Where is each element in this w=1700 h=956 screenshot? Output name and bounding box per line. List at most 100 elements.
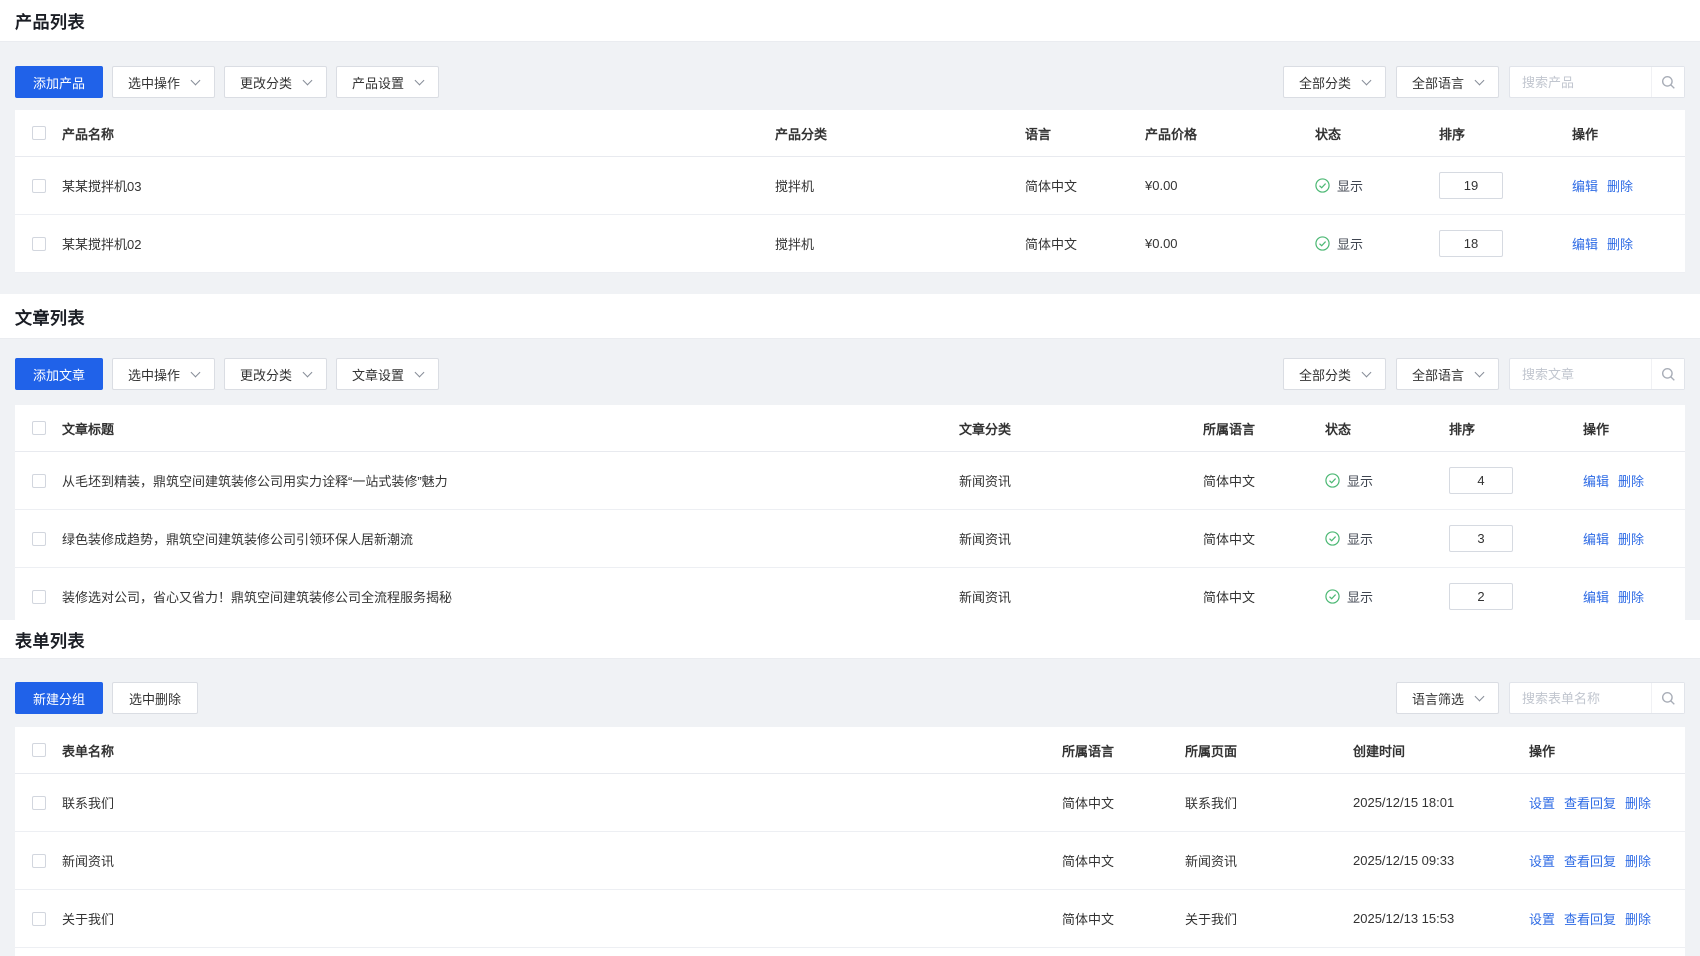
action-link[interactable]: 删除 [1607,176,1633,195]
language-filter-dropdown[interactable]: 语言筛选 [1396,682,1499,714]
sort-input[interactable] [1449,583,1513,610]
cell-text: 从毛坯到精装，鼎筑空间建筑装修公司用实力诠释“一站式装修”魅力 [62,471,448,490]
action-link[interactable]: 删除 [1625,793,1651,812]
delete-selected-button[interactable]: 选中删除 [112,682,198,714]
batch-operation-dropdown[interactable]: 选中操作 [112,66,215,98]
cell-text: 2025/12/15 09:33 [1353,853,1454,868]
row-checkbox[interactable] [32,532,46,546]
column-header: 表单名称 [62,741,114,760]
cell-text: 某某搅拌机02 [62,234,141,253]
chevron-down-icon [415,75,425,85]
check-circle-icon [1325,531,1340,546]
new-group-button[interactable]: 新建分组 [15,682,103,714]
toolbar: 添加产品选中操作更改分类产品设置 全部分类 全部语言 [15,66,1685,98]
action-link[interactable]: 设置 [1529,793,1555,812]
column-header: 产品价格 [1145,124,1197,143]
search-button[interactable] [1651,683,1684,713]
search-input[interactable] [1510,684,1651,712]
add-product-button[interactable]: 添加产品 [15,66,103,98]
article-settings-dropdown[interactable]: 文章设置 [336,358,439,390]
chevron-down-icon [1475,367,1485,377]
action-link[interactable]: 删除 [1618,529,1644,548]
cell-text: 新闻资讯 [62,851,114,870]
status-text: 显示 [1347,587,1373,606]
add-article-button[interactable]: 添加文章 [15,358,103,390]
sort-input[interactable] [1439,230,1503,257]
action-link[interactable]: 查看回复 [1564,793,1616,812]
column-header: 产品分类 [775,124,827,143]
language-filter-dropdown-label: 全部语言 [1412,73,1464,92]
search-group [1509,358,1685,390]
section-title-band: 产品列表 [0,0,1700,42]
select-all-checkbox[interactable] [32,421,46,435]
cell-text: 2025/12/15 18:01 [1353,795,1454,810]
table-header-row: 文章标题文章分类所属语言状态排序操作 [15,405,1685,452]
select-all-checkbox[interactable] [32,743,46,757]
search-input[interactable] [1510,360,1651,388]
section-articles: 文章列表添加文章选中操作更改分类文章设置全部分类全部语言文章标题文章分类所属语言… [0,294,1700,620]
sort-input[interactable] [1449,525,1513,552]
status-badge: 显示 [1325,471,1373,490]
action-link[interactable]: 删除 [1625,909,1651,928]
action-link[interactable]: 编辑 [1583,471,1609,490]
action-link[interactable]: 设置 [1529,909,1555,928]
action-link[interactable]: 删除 [1618,587,1644,606]
cell-text: 联系我们 [1185,793,1237,812]
table: 表单名称所属语言所属页面创建时间操作联系我们简体中文联系我们2025/12/15… [15,727,1685,956]
category-filter-dropdown[interactable]: 全部分类 [1283,358,1386,390]
column-header: 排序 [1439,124,1465,143]
row-checkbox[interactable] [32,590,46,604]
change-category-dropdown[interactable]: 更改分类 [224,66,327,98]
action-link[interactable]: 删除 [1607,234,1633,253]
action-link[interactable]: 删除 [1625,851,1651,870]
column-header: 所属语言 [1062,741,1114,760]
row-checkbox[interactable] [32,237,46,251]
sort-input[interactable] [1449,467,1513,494]
action-link[interactable]: 删除 [1618,471,1644,490]
action-link[interactable]: 查看回复 [1564,909,1616,928]
table-row: 关于我们简体中文关于我们2025/12/13 15:53设置查看回复删除 [15,890,1685,948]
row-checkbox[interactable] [32,179,46,193]
language-filter-dropdown[interactable]: 全部语言 [1396,358,1499,390]
search-input[interactable] [1510,68,1651,96]
action-link[interactable]: 编辑 [1572,234,1598,253]
search-button[interactable] [1651,359,1684,389]
action-link[interactable]: 编辑 [1572,176,1598,195]
column-header: 文章标题 [62,419,114,438]
action-link[interactable]: 设置 [1529,851,1555,870]
column-header: 语言 [1025,124,1051,143]
action-link[interactable]: 编辑 [1583,587,1609,606]
product-settings-dropdown[interactable]: 产品设置 [336,66,439,98]
action-link[interactable]: 查看回复 [1564,851,1616,870]
category-filter-dropdown[interactable]: 全部分类 [1283,66,1386,98]
cell-text: 简体中文 [1062,793,1114,812]
status-text: 显示 [1337,234,1363,253]
column-header: 所属语言 [1203,419,1255,438]
search-icon [1661,75,1676,90]
toolbar: 新建分组选中删除 语言筛选 [15,682,1685,714]
cell-text: 简体中文 [1025,176,1077,195]
search-button[interactable] [1651,67,1684,97]
section-forms: 表单列表新建分组选中删除语言筛选表单名称所属语言所属页面创建时间操作联系我们简体… [0,620,1700,956]
row-checkbox[interactable] [32,912,46,926]
cell-text: 2025/12/13 15:53 [1353,911,1454,926]
cell-text: 简体中文 [1203,471,1255,490]
row-checkbox[interactable] [32,796,46,810]
admin-page: 产品列表添加产品选中操作更改分类产品设置全部分类全部语言产品名称产品分类语言产品… [0,0,1700,956]
cell-text: 关于我们 [1185,909,1237,928]
cell-text: 新闻资讯 [959,529,1011,548]
row-checkbox[interactable] [32,474,46,488]
change-category-dropdown[interactable]: 更改分类 [224,358,327,390]
action-link[interactable]: 编辑 [1583,529,1609,548]
status-badge: 显示 [1315,176,1363,195]
column-header: 状态 [1315,124,1341,143]
sort-input[interactable] [1439,172,1503,199]
chevron-down-icon [303,367,313,377]
row-checkbox[interactable] [32,854,46,868]
table-row: 装修选对公司，省心又省力！鼎筑空间建筑装修公司全流程服务揭秘新闻资讯简体中文显示… [15,568,1685,620]
cell-text: 绿色装修成趋势，鼎筑空间建筑装修公司引领环保人居新潮流 [62,529,413,548]
language-filter-dropdown[interactable]: 全部语言 [1396,66,1499,98]
table-row: 从毛坯到精装，鼎筑空间建筑装修公司用实力诠释“一站式装修”魅力新闻资讯简体中文显… [15,452,1685,510]
batch-operation-dropdown[interactable]: 选中操作 [112,358,215,390]
select-all-checkbox[interactable] [32,126,46,140]
